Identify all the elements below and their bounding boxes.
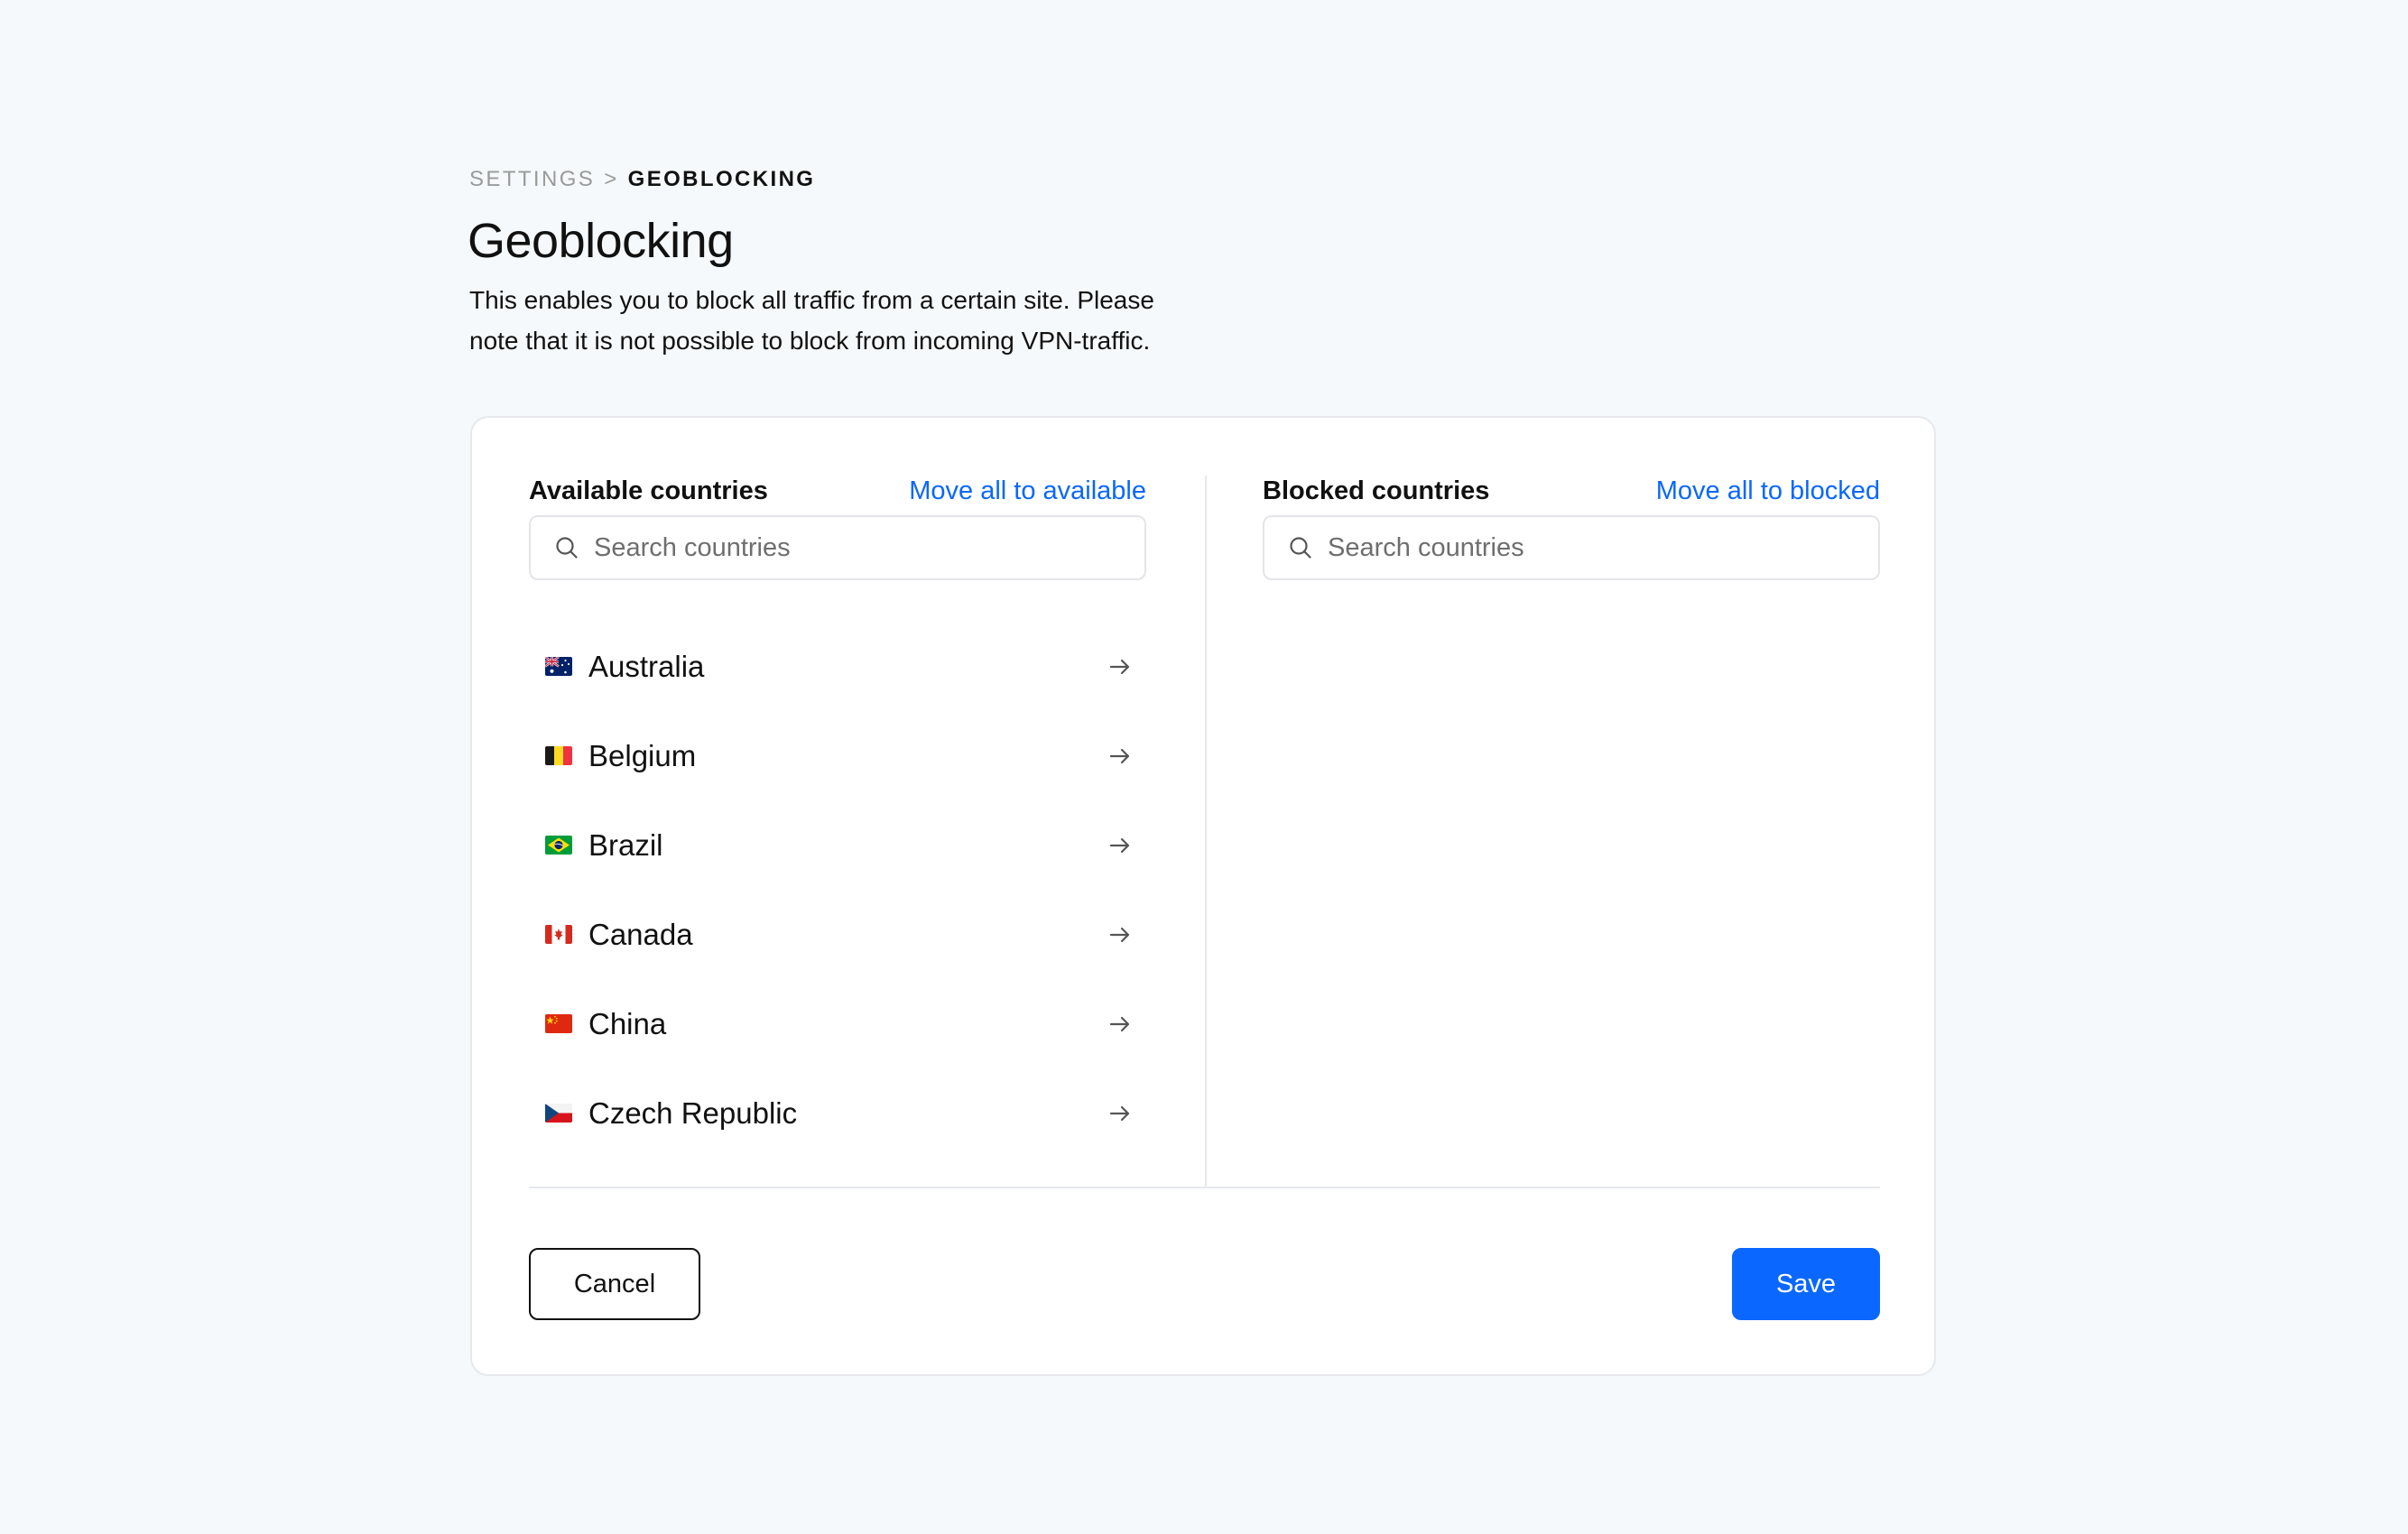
belgium-flag-icon [545,746,572,765]
arrow-right-icon[interactable] [1107,921,1134,948]
available-countries-panel: Available countries Move all to availabl… [529,474,1146,1130]
cancel-button[interactable]: Cancel [529,1248,700,1320]
breadcrumb-current: GEOBLOCKING [627,167,816,191]
country-item-belgium[interactable]: Belgium [529,711,1146,800]
page-description: This enables you to block all traffic fr… [469,286,1154,355]
move-all-to-blocked-link[interactable]: Move all to blocked [1656,476,1880,506]
blocked-countries-title: Blocked countries [1263,476,1490,505]
country-item-brazil[interactable]: Brazil [529,800,1146,890]
geoblocking-card: Available countries Move all to availabl… [470,416,1936,1376]
country-item-czech-republic[interactable]: Czech Republic [529,1068,1146,1158]
country-item-canada[interactable]: Canada [529,890,1146,979]
available-search-input[interactable] [594,532,1099,563]
breadcrumb-separator: > [604,167,619,191]
brazil-flag-icon [545,836,572,855]
country-item-china[interactable]: China [529,979,1146,1068]
available-countries-title: Available countries [529,476,768,505]
blocked-countries-panel: Blocked countries Move all to blocked [1263,474,1880,580]
available-country-list: Australia Belgium Brazil Canada China Cz… [529,622,1146,1158]
available-search-box[interactable] [529,515,1146,580]
breadcrumb: SETTINGS > GEOBLOCKING [469,166,815,193]
country-name: Belgium [588,738,697,772]
country-item-australia[interactable]: Australia [529,622,1146,711]
arrow-right-icon[interactable] [1107,653,1134,680]
search-icon [1288,535,1313,560]
footer-divider [529,1187,1880,1188]
arrow-right-icon[interactable] [1107,832,1134,859]
search-icon [554,535,579,560]
blocked-panel-header: Blocked countries Move all to blocked [1263,474,1880,508]
page-title: Geoblocking [468,214,734,268]
canada-flag-icon [545,925,572,944]
country-name: Brazil [588,827,663,862]
country-name: China [588,1006,667,1040]
blocked-search-box[interactable] [1263,515,1880,580]
blocked-search-input[interactable] [1328,532,1833,563]
country-name: Canada [588,917,693,951]
arrow-right-icon[interactable] [1107,1100,1134,1127]
available-panel-header: Available countries Move all to availabl… [529,474,1146,508]
czech-republic-flag-icon [545,1104,572,1123]
country-name: Czech Republic [588,1095,798,1130]
australia-flag-icon [545,657,572,676]
arrow-right-icon[interactable] [1107,1011,1134,1038]
arrow-right-icon[interactable] [1107,743,1134,770]
save-button[interactable]: Save [1732,1248,1880,1320]
country-name: Australia [588,649,705,683]
breadcrumb-settings-link[interactable]: SETTINGS [469,167,595,191]
column-divider [1205,476,1207,1187]
china-flag-icon [545,1014,572,1033]
move-all-to-available-link[interactable]: Move all to available [909,476,1146,506]
